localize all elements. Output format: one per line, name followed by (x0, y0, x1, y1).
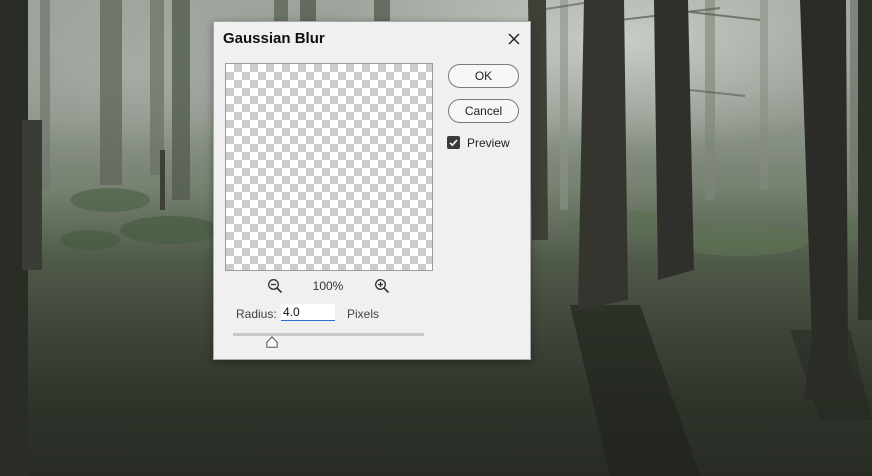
zoom-level: 100% (312, 279, 344, 293)
slider-thumb-icon[interactable] (266, 336, 278, 348)
close-icon[interactable] (504, 29, 524, 49)
dialog-titlebar[interactable]: Gaussian Blur (214, 22, 530, 56)
radius-slider-track[interactable] (233, 333, 424, 336)
dialog-title: Gaussian Blur (223, 30, 325, 47)
checkmark-icon (449, 139, 458, 147)
preview-area[interactable] (225, 63, 433, 271)
ok-button[interactable]: OK (448, 64, 519, 88)
zoom-out-icon[interactable] (267, 278, 283, 294)
preview-checkbox[interactable] (447, 136, 460, 149)
preview-label: Preview (467, 136, 510, 150)
radius-label: Radius: (236, 307, 277, 321)
units-label: Pixels (347, 307, 380, 321)
zoom-in-icon[interactable] (374, 278, 390, 294)
radius-input[interactable] (281, 304, 335, 321)
gaussian-blur-dialog: Gaussian Blur 100% OK Cancel Preview Rad… (213, 21, 531, 360)
cancel-button[interactable]: Cancel (448, 99, 519, 123)
